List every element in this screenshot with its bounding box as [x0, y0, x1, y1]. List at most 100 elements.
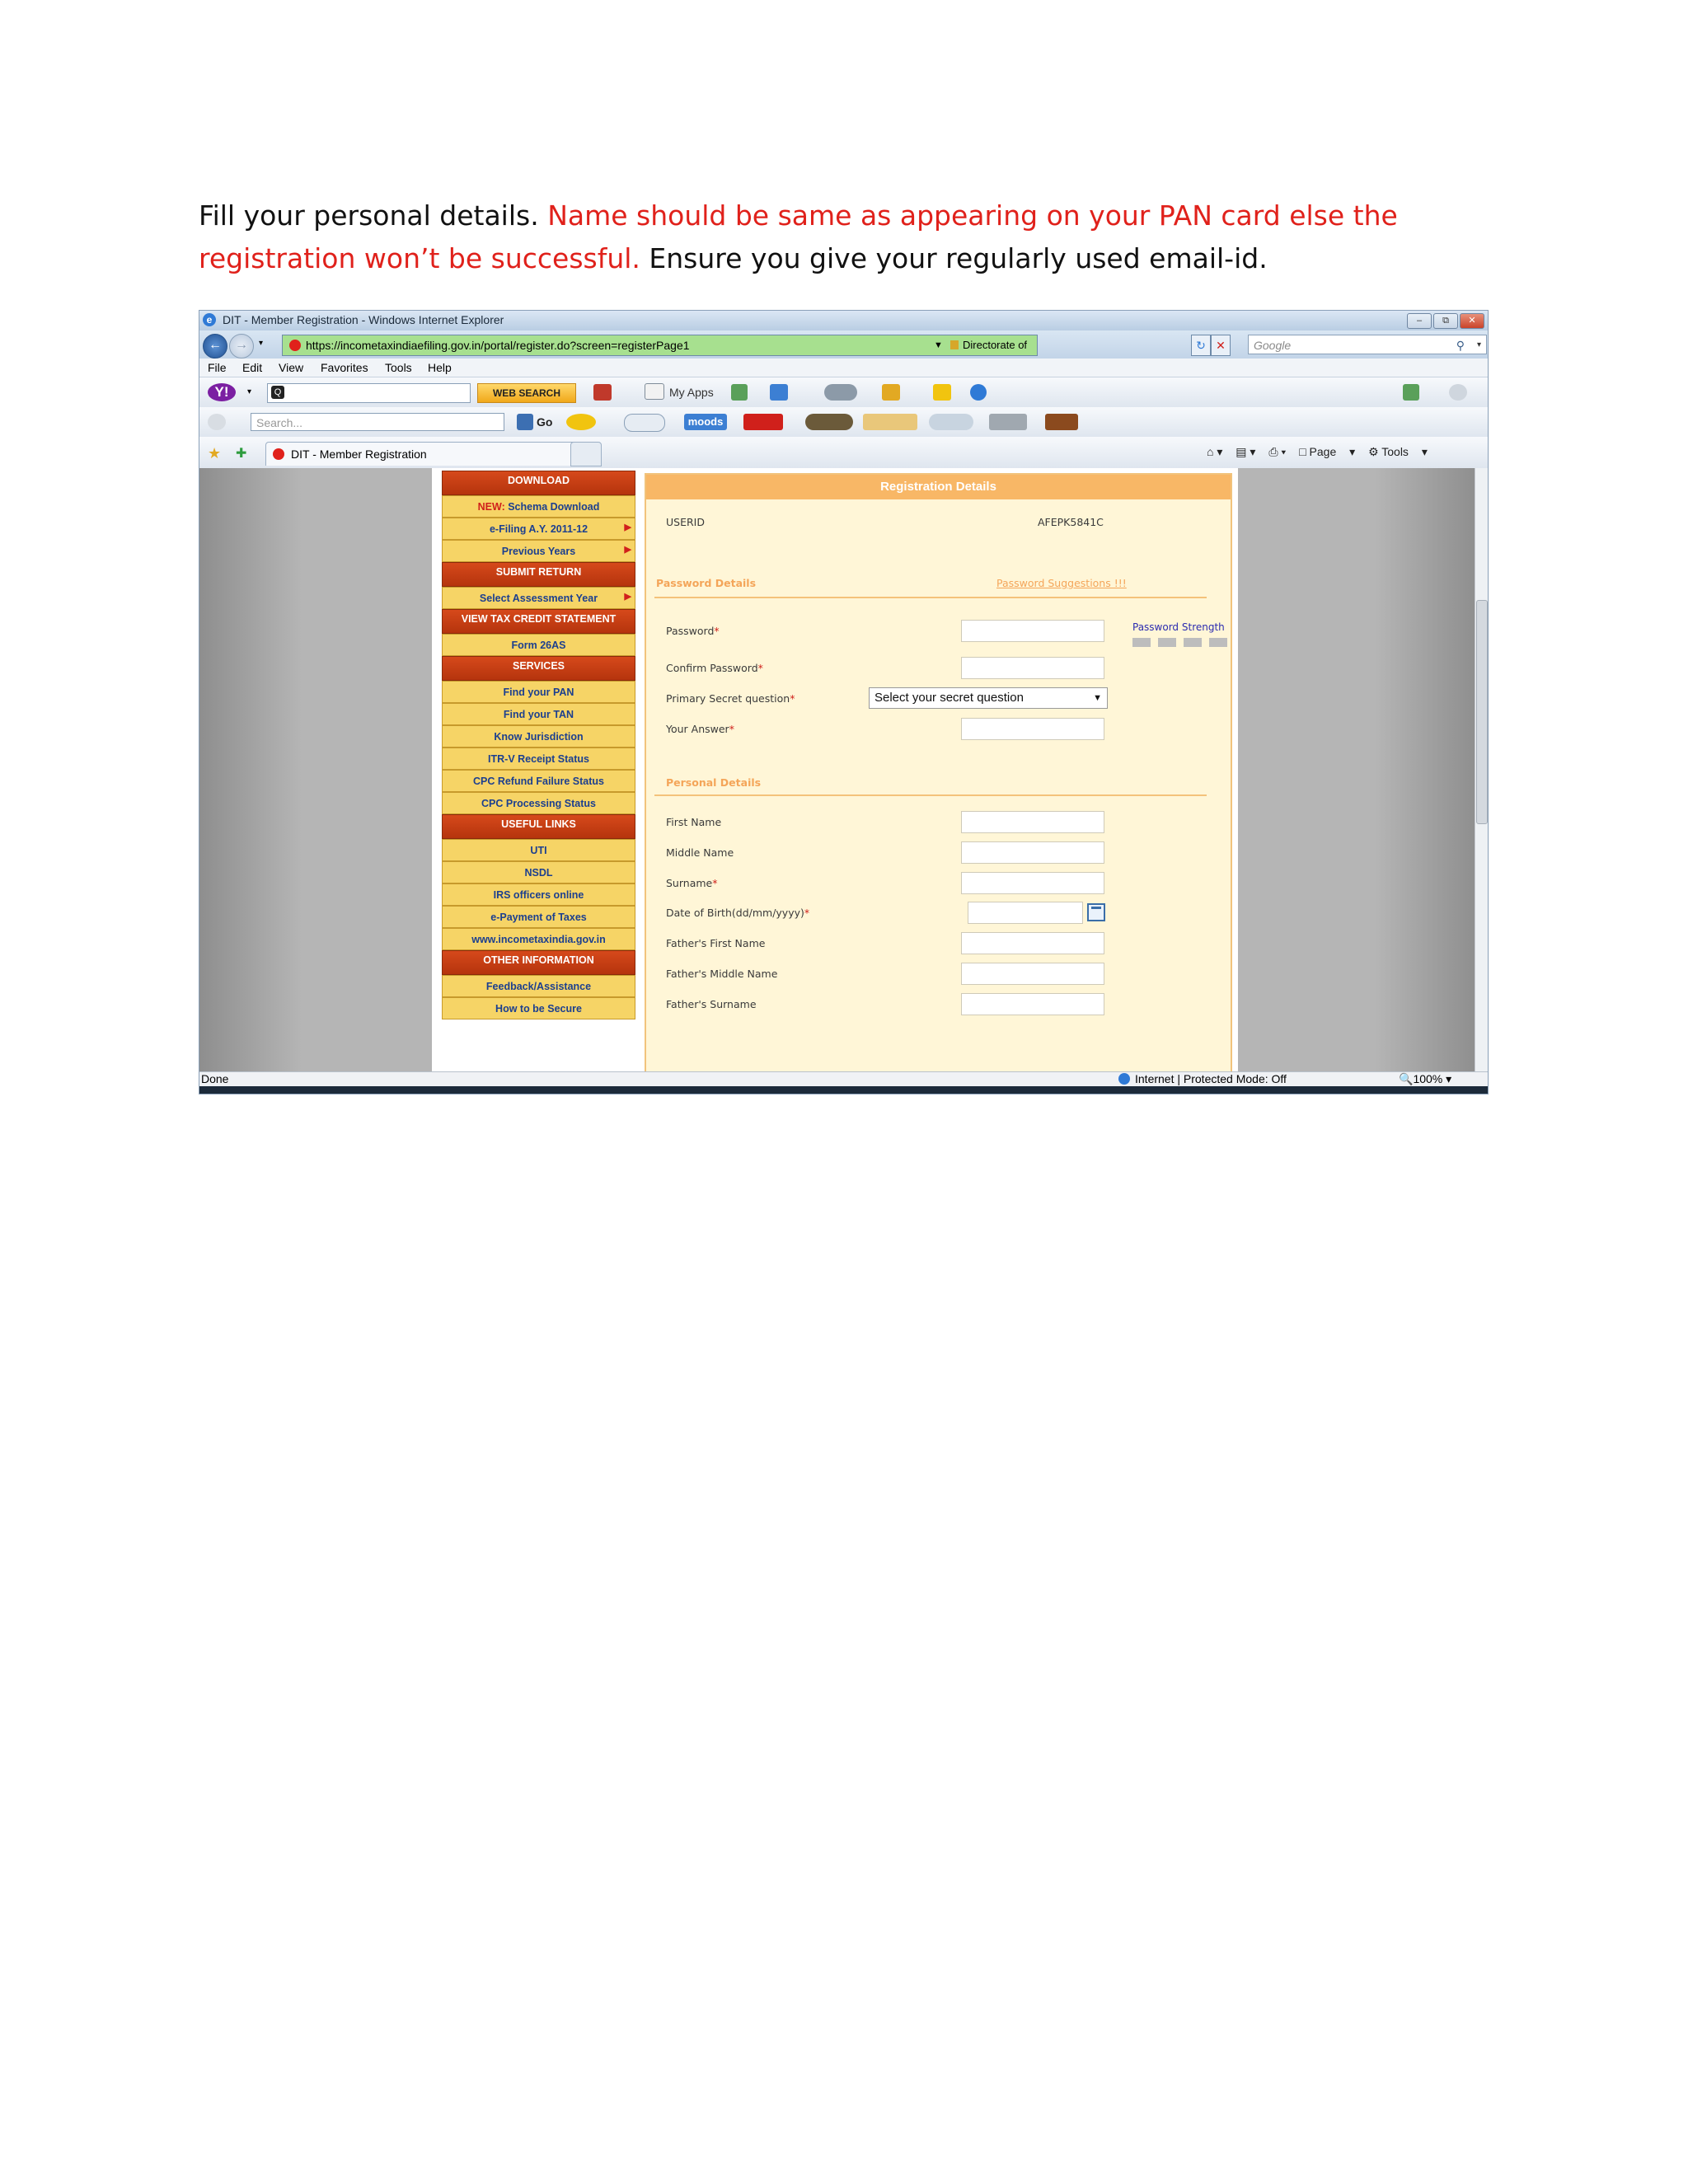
nav-nsdl[interactable]: NSDL [442, 861, 635, 883]
status-text: Done [201, 1072, 229, 1085]
password-input[interactable] [961, 620, 1104, 642]
required-mark: * [714, 625, 720, 637]
nav-epayment[interactable]: e-Payment of Taxes [442, 906, 635, 928]
tools-menu[interactable]: ⚙ Tools ▾ [1368, 445, 1428, 458]
refresh-button[interactable]: ↻ [1191, 335, 1211, 356]
first-name-input[interactable] [961, 811, 1104, 833]
address-dropdown-icon[interactable]: ▼ [934, 335, 943, 355]
add-button-icon[interactable] [1403, 384, 1419, 401]
menu-favorites[interactable]: Favorites [321, 361, 368, 374]
moods-button[interactable]: moods [684, 414, 727, 430]
zoom-level[interactable]: 🔍100% ▾ [1399, 1072, 1451, 1086]
gift-icon[interactable] [1045, 414, 1078, 430]
recent-pages-dropdown-icon[interactable]: ▾ [259, 339, 263, 348]
yahoo-search-input[interactable]: Q [267, 383, 471, 403]
menu-edit[interactable]: Edit [242, 361, 262, 374]
nav-select-assessment-year[interactable]: Select Assessment Year ▶ [442, 587, 635, 609]
yahoo-logo-icon[interactable]: Y! [208, 383, 236, 401]
tab-member-registration[interactable]: DIT - Member Registration [265, 442, 597, 466]
nav-form-26as[interactable]: Form 26AS [442, 634, 635, 656]
nav-cpc-refund[interactable]: CPC Refund Failure Status [442, 770, 635, 792]
search-icon[interactable]: ⚲ [1456, 335, 1465, 355]
answers-icon[interactable] [933, 384, 951, 401]
menu-file[interactable]: File [208, 361, 227, 374]
taskbar [199, 1086, 1488, 1094]
new-tab-button[interactable] [570, 442, 602, 466]
web-search-button[interactable]: WEB SEARCH [477, 383, 576, 403]
youtube-icon[interactable] [743, 414, 783, 430]
add-favorites-icon[interactable]: ✚ [236, 445, 246, 462]
go-button[interactable]: Go [517, 413, 552, 431]
menu-help[interactable]: Help [428, 361, 452, 374]
secret-question-select[interactable]: Select your secret question ▼ [869, 687, 1108, 709]
nav-header-submit-return: SUBMIT RETURN [442, 562, 635, 587]
scrollbar-thumb[interactable] [1476, 600, 1488, 824]
nav-uti[interactable]: UTI [442, 839, 635, 861]
close-button[interactable]: ✕ [1460, 313, 1484, 329]
father-surname-input[interactable] [961, 993, 1104, 1015]
security-zone[interactable]: Internet | Protected Mode: Off [1118, 1072, 1287, 1085]
print-icon[interactable]: ⎙ ▾ [1268, 445, 1286, 458]
menu-tools[interactable]: Tools [385, 361, 412, 374]
nav-label: Schema Download [504, 501, 600, 513]
nav-find-tan[interactable]: Find your TAN [442, 703, 635, 725]
weather-icon[interactable] [824, 384, 857, 401]
nav-find-pan[interactable]: Find your PAN [442, 681, 635, 703]
bookmark-icon[interactable] [731, 384, 748, 401]
middle-name-input[interactable] [961, 841, 1104, 864]
surname-input[interactable] [961, 872, 1104, 894]
chat-icon[interactable] [624, 414, 665, 432]
search-options-icon[interactable]: ▾ [1477, 335, 1481, 355]
smiley-icon[interactable] [566, 414, 596, 430]
nav-previous-years[interactable]: Previous Years ▶ [442, 540, 635, 562]
camera-icon[interactable] [805, 414, 853, 430]
glasses-icon[interactable] [929, 414, 973, 430]
secret-question-label: Primary Secret question* [666, 692, 795, 705]
site-icon [289, 340, 301, 351]
my-apps-button[interactable]: My Apps [645, 383, 714, 401]
vertical-scrollbar[interactable] [1475, 468, 1488, 1071]
envelope-icon[interactable] [863, 414, 917, 430]
settings-icon[interactable] [1449, 384, 1467, 401]
nav-cpc-processing[interactable]: CPC Processing Status [442, 792, 635, 814]
father-middle-name-input[interactable] [961, 963, 1104, 985]
password-suggestions-link[interactable]: Password Suggestions !!! [996, 577, 1127, 589]
dob-input[interactable] [968, 902, 1083, 924]
calendar-icon[interactable] [1087, 903, 1105, 921]
photo-icon[interactable] [989, 414, 1027, 430]
favorites-star-icon[interactable]: ★ [208, 445, 221, 462]
page-menu[interactable]: □ Page ▾ [1299, 445, 1355, 458]
nav-header-useful-links: USEFUL LINKS [442, 814, 635, 839]
nav-irs-officers[interactable]: IRS officers online [442, 883, 635, 906]
address-bar[interactable]: https://incometaxindiaefiling.gov.in/por… [282, 335, 1038, 391]
minimize-button[interactable]: – [1407, 313, 1432, 329]
maximize-button[interactable]: ⧉ [1433, 313, 1458, 329]
ie-icon[interactable] [970, 384, 987, 401]
nav-website[interactable]: www.incometaxindia.gov.in [442, 928, 635, 950]
father-first-name-input[interactable] [961, 932, 1104, 954]
yahoo-menu-dropdown-icon[interactable]: ▾ [247, 387, 251, 396]
notes-icon[interactable] [882, 384, 900, 401]
answer-input[interactable] [961, 718, 1104, 740]
userid-label: USERID [666, 516, 705, 528]
required-mark: * [712, 877, 718, 889]
nav-itrv-status[interactable]: ITR-V Receipt Status [442, 748, 635, 770]
messenger-icon[interactable] [770, 384, 788, 401]
feeds-icon[interactable]: ▤ ▾ [1236, 445, 1255, 458]
confirm-password-input[interactable] [961, 657, 1104, 679]
back-button[interactable]: ← [203, 334, 227, 359]
toolbar-search-input[interactable]: Search... [251, 413, 504, 431]
toolbar-logo-icon[interactable] [208, 414, 226, 430]
menu-view[interactable]: View [279, 361, 303, 374]
nav-schema-download[interactable]: NEW: Schema Download [442, 495, 635, 518]
nav-feedback[interactable]: Feedback/Assistance [442, 975, 635, 997]
forward-button[interactable]: → [229, 334, 254, 359]
home-icon[interactable]: ⌂ ▾ [1207, 445, 1222, 458]
nav-efiling[interactable]: e-Filing A.Y. 2011-12 ▶ [442, 518, 635, 540]
nav-how-to-be-secure[interactable]: How to be Secure [442, 997, 635, 1019]
search-box[interactable]: Google ⚲ ▾ [1248, 335, 1487, 354]
nav-know-jurisdiction[interactable]: Know Jurisdiction [442, 725, 635, 748]
registration-panel: Registration Details USERID AFEPK5841C P… [645, 473, 1232, 1071]
stop-button[interactable]: ✕ [1211, 335, 1231, 356]
mail-icon[interactable] [593, 384, 612, 401]
